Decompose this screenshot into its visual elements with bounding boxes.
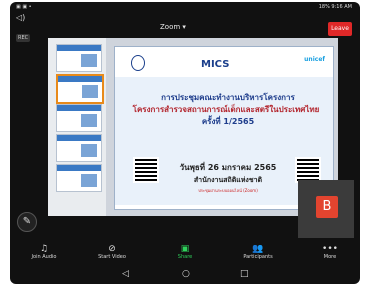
shared-screen: MICS unicef การประชุมคณะทำงานบริหารโครงก… xyxy=(48,38,338,216)
status-icons: ▣ ▣ • xyxy=(16,4,32,10)
slide-date: วันพุธที่ 26 มกราคม 2565 xyxy=(179,163,277,172)
qr-code-left xyxy=(133,157,159,183)
status-bar: ▣ ▣ • 18% 9:16 AM xyxy=(10,2,360,11)
participant-avatar: B xyxy=(316,196,338,218)
slide-thumbnail[interactable] xyxy=(56,164,102,192)
recents-icon[interactable]: □ xyxy=(240,269,249,279)
home-icon[interactable]: ○ xyxy=(182,269,190,279)
more-button[interactable]: ••• More xyxy=(310,244,350,261)
slide-organization: สำนักงานสถิติแห่งชาติ xyxy=(193,176,263,184)
unicef-logo: unicef xyxy=(304,56,325,63)
recording-badge: REC xyxy=(16,34,31,42)
headphones-icon: ♫ xyxy=(39,244,49,254)
share-button[interactable]: ▣ Share xyxy=(165,244,205,261)
slide-footnote: ประชุมผ่านระบบออนไลน์ (Zoom) xyxy=(198,188,258,193)
participants-icon: 👥 xyxy=(252,244,264,254)
participant-video-tile[interactable]: B xyxy=(298,180,354,238)
back-icon[interactable]: ◁ xyxy=(122,269,129,279)
slide-thumbnail[interactable] xyxy=(56,104,102,132)
mics-logo: MICS xyxy=(201,59,230,70)
slide-thumbnail[interactable] xyxy=(56,44,102,72)
share-screen-icon: ▣ xyxy=(180,244,190,254)
start-video-label: Start Video xyxy=(98,254,126,260)
more-label: More xyxy=(323,254,337,260)
meeting-toolbar: ♫ Join Audio ⊘ Start Video ▣ Share 👥 Par… xyxy=(10,242,360,266)
video-off-icon: ⊘ xyxy=(108,244,116,254)
battery-time: 18% 9:16 AM xyxy=(318,4,352,10)
start-video-button[interactable]: ⊘ Start Video xyxy=(92,244,132,261)
participants-label: Participants xyxy=(243,254,273,260)
more-icon: ••• xyxy=(322,244,338,254)
speaker-icon[interactable]: ◁) xyxy=(16,13,25,23)
meeting-title[interactable]: Zoom ▾ xyxy=(160,23,186,31)
slide-thumbnail[interactable] xyxy=(56,74,104,104)
android-navigation-bar: ◁ ○ □ xyxy=(10,266,360,284)
join-audio-button[interactable]: ♫ Join Audio xyxy=(24,244,64,261)
annotate-pencil-icon[interactable]: ✎ xyxy=(17,212,37,232)
participants-button[interactable]: 👥 Participants xyxy=(238,244,278,261)
share-label: Share xyxy=(177,254,193,260)
slide-thumbnail[interactable] xyxy=(56,134,102,162)
agency-logo xyxy=(131,55,145,71)
tablet-screen: ▣ ▣ • 18% 9:16 AM ◁) Zoom ▾ Leave REC MI… xyxy=(10,2,360,284)
meeting-topbar: ◁) Zoom ▾ Leave xyxy=(10,11,360,36)
join-audio-label: Join Audio xyxy=(31,254,57,260)
slide-title-line3: ครั้งที่ 1/2565 xyxy=(201,117,255,126)
leave-button[interactable]: Leave xyxy=(328,22,352,36)
slide-thumbnails xyxy=(48,38,106,216)
